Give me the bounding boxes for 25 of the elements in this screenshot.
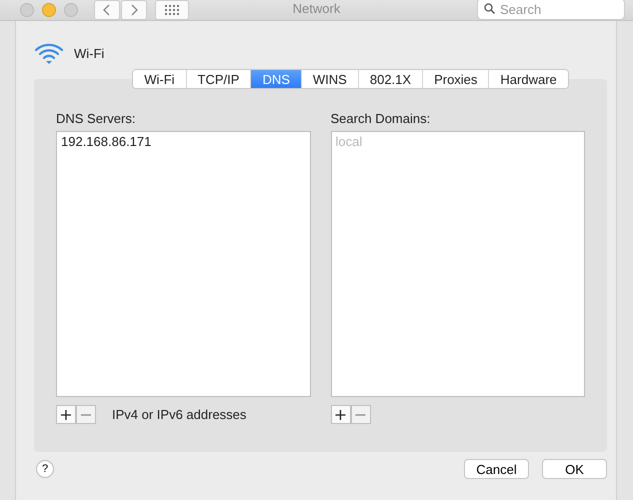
dns-servers-list[interactable]: 192.168.86.171 <box>56 131 310 397</box>
add-button[interactable]: + <box>330 405 350 424</box>
search-icon <box>484 3 495 14</box>
minimize-button[interactable] <box>42 3 56 17</box>
show-all-button[interactable] <box>155 0 189 20</box>
chevron-left-icon <box>103 4 111 16</box>
interface-name: Wi-Fi <box>74 46 104 60</box>
search-domains-label: Search Domains: <box>330 111 432 127</box>
add-button[interactable]: + <box>56 405 76 424</box>
dns-server-entry[interactable]: 192.168.86.171 <box>61 134 306 149</box>
cancel-button[interactable]: Cancel <box>464 459 529 479</box>
forward-button[interactable] <box>121 0 147 20</box>
chevron-right-icon <box>130 4 138 16</box>
search-field[interactable]: Search <box>477 0 625 20</box>
grid-icon <box>165 5 179 15</box>
dns-servers-label: DNS Servers: <box>56 111 136 127</box>
address-hint: IPv4 or IPv6 addresses <box>112 407 246 422</box>
help-button[interactable]: ? <box>36 460 54 478</box>
wifi-icon <box>34 42 64 64</box>
tab[interactable]: TCP/IP <box>186 70 252 88</box>
back-button[interactable] <box>94 0 120 20</box>
ok-button[interactable]: OK <box>542 459 607 479</box>
window-title: Network <box>292 1 340 16</box>
search-domain-placeholder: local <box>336 134 362 149</box>
tab[interactable]: Wi-Fi <box>133 70 187 88</box>
